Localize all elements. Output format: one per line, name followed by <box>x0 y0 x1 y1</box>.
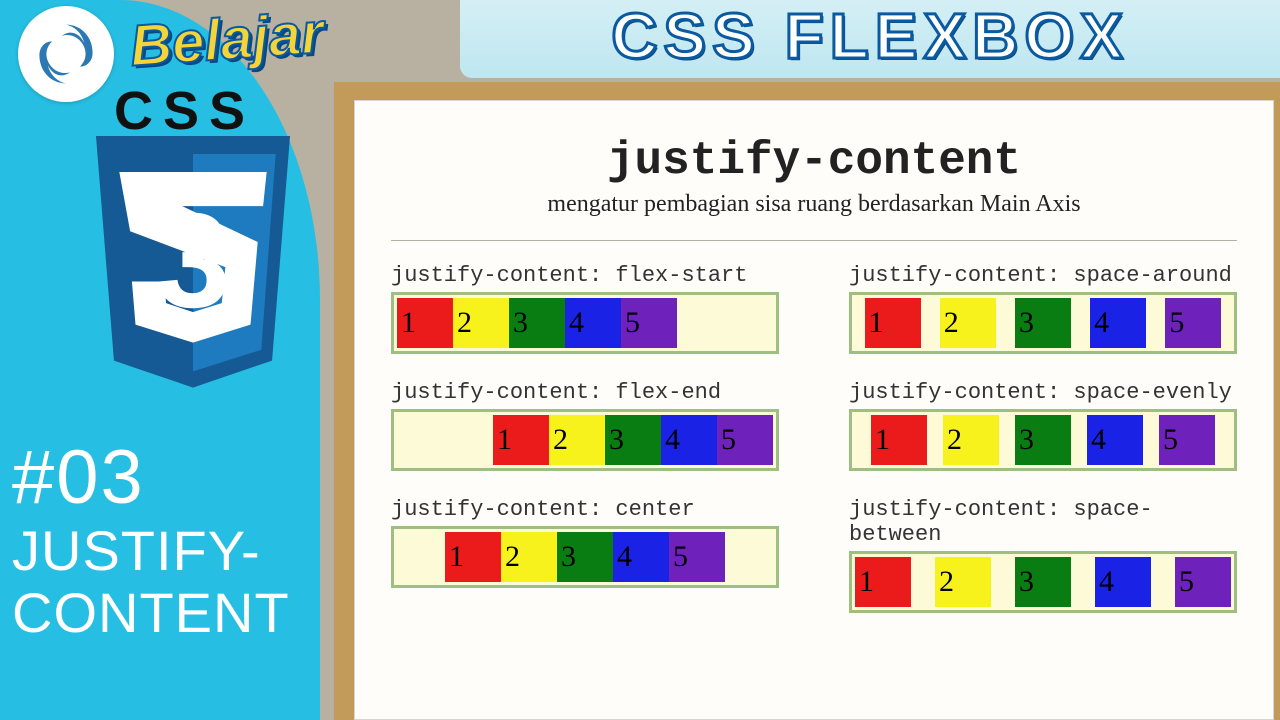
flex-container: 12345 <box>391 409 779 471</box>
flex-item: 4 <box>661 415 717 465</box>
thumbnail-stage: CSS FLEXBOX Belajar CSS 3 #03 JUSTIFY-CO… <box>0 0 1280 720</box>
flex-item: 3 <box>1015 415 1071 465</box>
shield-number: 3 <box>156 185 231 336</box>
flex-item: 5 <box>1165 298 1221 348</box>
flex-item: 2 <box>935 557 991 607</box>
whiteboard: justify-content mengatur pembagian sisa … <box>354 100 1274 720</box>
belajar-title: Belajar <box>128 0 326 80</box>
flex-item: 3 <box>1015 557 1071 607</box>
flex-container: 12345 <box>849 409 1237 471</box>
flex-container: 12345 <box>391 292 779 354</box>
examples-grid: justify-content: flex-start12345justify-… <box>391 263 1237 613</box>
flex-item: 4 <box>613 532 669 582</box>
flex-item: 1 <box>865 298 921 348</box>
flex-item: 5 <box>1175 557 1231 607</box>
example-label: justify-content: center <box>391 497 779 522</box>
example-space-evenly: justify-content: space-evenly 12345 <box>849 380 1237 471</box>
flex-item: 3 <box>1015 298 1071 348</box>
top-title-bar: CSS FLEXBOX <box>460 0 1280 78</box>
whiteboard-subtitle: mengatur pembagian sisa ruang berdasarka… <box>391 191 1237 218</box>
swirl-icon <box>31 19 101 89</box>
example-label: justify-content: flex-start <box>391 263 779 288</box>
flex-container: 12345 <box>391 526 779 588</box>
flex-item: 5 <box>621 298 677 348</box>
example-flex-end: justify-content: flex-end 12345 <box>391 380 779 471</box>
flex-item: 2 <box>549 415 605 465</box>
flex-item: 4 <box>1090 298 1146 348</box>
flex-item: 1 <box>397 298 453 348</box>
flex-item: 1 <box>493 415 549 465</box>
flex-item: 3 <box>605 415 661 465</box>
flex-item: 2 <box>940 298 996 348</box>
episode-number: #03 <box>12 434 145 521</box>
flex-item: 1 <box>855 557 911 607</box>
flex-item: 4 <box>565 298 621 348</box>
css-label: CSS <box>114 80 255 142</box>
flex-item: 4 <box>1087 415 1143 465</box>
flex-item: 1 <box>445 532 501 582</box>
divider <box>391 240 1237 241</box>
flex-item: 2 <box>501 532 557 582</box>
example-center: justify-content: center 12345 <box>391 497 779 613</box>
board-frame: justify-content mengatur pembagian sisa … <box>334 82 1280 720</box>
flex-container: 12345 <box>849 292 1237 354</box>
whiteboard-title: justify-content <box>391 135 1237 187</box>
example-label: justify-content: space-between <box>849 497 1237 547</box>
example-space-between: justify-content: space-between12345 <box>849 497 1237 613</box>
flex-item: 4 <box>1095 557 1151 607</box>
left-panel: Belajar CSS 3 #03 JUSTIFY-CONTENT <box>0 0 320 720</box>
flex-item: 2 <box>453 298 509 348</box>
example-space-around: justify-content: space-around 12345 <box>849 263 1237 354</box>
example-label: justify-content: space-evenly <box>849 380 1237 405</box>
channel-logo <box>18 6 114 102</box>
example-label: justify-content: flex-end <box>391 380 779 405</box>
flex-item: 5 <box>669 532 725 582</box>
episode-title: JUSTIFY-CONTENT <box>12 520 312 643</box>
flex-item: 5 <box>717 415 773 465</box>
top-title-text: CSS FLEXBOX <box>611 0 1129 73</box>
flex-container: 12345 <box>849 551 1237 613</box>
flex-item: 3 <box>509 298 565 348</box>
css3-shield-icon: 3 <box>78 136 308 397</box>
example-flex-start: justify-content: flex-start 12345 <box>391 263 779 354</box>
flex-item: 1 <box>871 415 927 465</box>
example-label: justify-content: space-around <box>849 263 1237 288</box>
flex-item: 5 <box>1159 415 1215 465</box>
flex-item: 2 <box>943 415 999 465</box>
flex-item: 3 <box>557 532 613 582</box>
